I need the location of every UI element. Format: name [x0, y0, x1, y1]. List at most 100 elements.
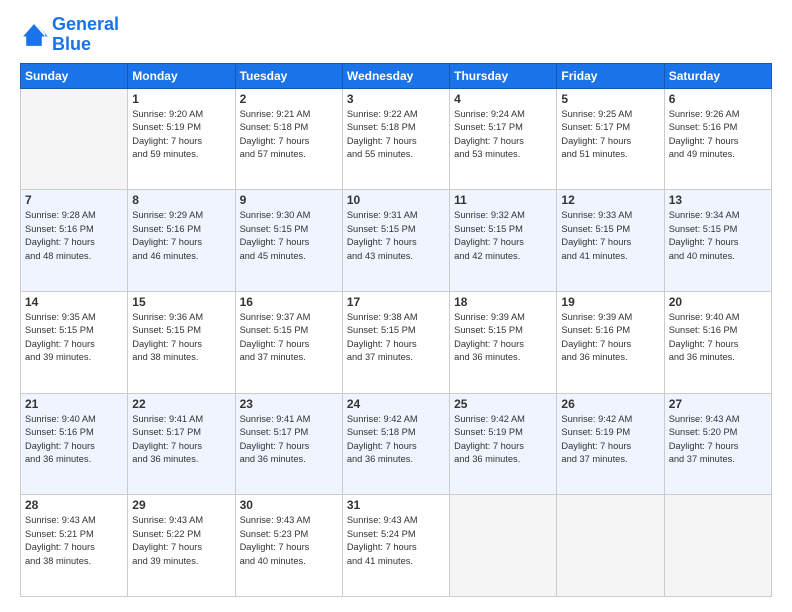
calendar-day-cell: 5 Sunrise: 9:25 AMSunset: 5:17 PMDaylight… [557, 88, 664, 190]
day-info: Sunrise: 9:35 AMSunset: 5:15 PMDaylight:… [25, 311, 123, 365]
day-number: 27 [669, 397, 767, 411]
calendar-day-cell: 23 Sunrise: 9:41 AMSunset: 5:17 PMDayligh… [235, 393, 342, 495]
header: General Blue [20, 15, 772, 55]
day-info: Sunrise: 9:24 AMSunset: 5:17 PMDaylight:… [454, 108, 552, 162]
day-info: Sunrise: 9:26 AMSunset: 5:16 PMDaylight:… [669, 108, 767, 162]
day-number: 19 [561, 295, 659, 309]
day-info: Sunrise: 9:21 AMSunset: 5:18 PMDaylight:… [240, 108, 338, 162]
calendar-day-cell: 21Sunrise: 9:40 AMSunset: 5:16 PMDayligh… [21, 393, 128, 495]
calendar-day-cell: 3 Sunrise: 9:22 AMSunset: 5:18 PMDaylight… [342, 88, 449, 190]
calendar-day-cell: 29 Sunrise: 9:43 AMSunset: 5:22 PMDayligh… [128, 495, 235, 597]
day-number: 9 [240, 193, 338, 207]
logo: General Blue [20, 15, 119, 55]
day-number: 17 [347, 295, 445, 309]
day-number: 29 [132, 498, 230, 512]
calendar-day-cell: 6 Sunrise: 9:26 AMSunset: 5:16 PMDaylight… [664, 88, 771, 190]
calendar-day-cell: 17Sunrise: 9:38 AMSunset: 5:15 PMDayligh… [342, 291, 449, 393]
day-number: 4 [454, 92, 552, 106]
day-number: 3 [347, 92, 445, 106]
calendar-table: SundayMondayTuesdayWednesdayThursdayFrid… [20, 63, 772, 597]
calendar-day-cell: 11Sunrise: 9:32 AMSunset: 5:15 PMDayligh… [450, 190, 557, 292]
day-info: Sunrise: 9:40 AMSunset: 5:16 PMDaylight:… [25, 413, 123, 467]
day-info: Sunrise: 9:39 AMSunset: 5:15 PMDaylight:… [454, 311, 552, 365]
page: General Blue SundayMondayTuesdayWednesda… [0, 0, 792, 612]
calendar-day-cell: 20Sunrise: 9:40 AMSunset: 5:16 PMDayligh… [664, 291, 771, 393]
day-info: Sunrise: 9:43 AMSunset: 5:23 PMDaylight:… [240, 514, 338, 568]
day-number: 24 [347, 397, 445, 411]
day-info: Sunrise: 9:29 AMSunset: 5:16 PMDaylight:… [132, 209, 230, 263]
calendar-day-cell: 10 Sunrise: 9:31 AMSunset: 5:15 PMDayligh… [342, 190, 449, 292]
day-number: 22 [132, 397, 230, 411]
day-number: 26 [561, 397, 659, 411]
day-number: 15 [132, 295, 230, 309]
calendar-day-cell: 12 Sunrise: 9:33 AMSunset: 5:15 PMDayligh… [557, 190, 664, 292]
weekday-header-monday: Monday [128, 63, 235, 88]
weekday-header-tuesday: Tuesday [235, 63, 342, 88]
weekday-header-wednesday: Wednesday [342, 63, 449, 88]
calendar-day-cell [557, 495, 664, 597]
day-number: 16 [240, 295, 338, 309]
day-info: Sunrise: 9:41 AMSunset: 5:17 PMDaylight:… [240, 413, 338, 467]
day-info: Sunrise: 9:37 AMSunset: 5:15 PMDaylight:… [240, 311, 338, 365]
logo-text: General Blue [52, 15, 119, 55]
calendar-day-cell: 7Sunrise: 9:28 AMSunset: 5:16 PMDaylight… [21, 190, 128, 292]
calendar-day-cell: 24 Sunrise: 9:42 AMSunset: 5:18 PMDayligh… [342, 393, 449, 495]
calendar-day-cell: 9 Sunrise: 9:30 AMSunset: 5:15 PMDaylight… [235, 190, 342, 292]
calendar-day-cell: 4 Sunrise: 9:24 AMSunset: 5:17 PMDaylight… [450, 88, 557, 190]
calendar-day-cell: 2Sunrise: 9:21 AMSunset: 5:18 PMDaylight… [235, 88, 342, 190]
weekday-header-thursday: Thursday [450, 63, 557, 88]
day-number: 11 [454, 193, 552, 207]
day-number: 8 [132, 193, 230, 207]
calendar-day-cell: 30Sunrise: 9:43 AMSunset: 5:23 PMDayligh… [235, 495, 342, 597]
day-info: Sunrise: 9:30 AMSunset: 5:15 PMDaylight:… [240, 209, 338, 263]
day-number: 13 [669, 193, 767, 207]
day-number: 10 [347, 193, 445, 207]
day-info: Sunrise: 9:43 AMSunset: 5:22 PMDaylight:… [132, 514, 230, 568]
day-info: Sunrise: 9:42 AMSunset: 5:18 PMDaylight:… [347, 413, 445, 467]
day-number: 12 [561, 193, 659, 207]
calendar-day-cell: 26Sunrise: 9:42 AMSunset: 5:19 PMDayligh… [557, 393, 664, 495]
day-info: Sunrise: 9:39 AMSunset: 5:16 PMDaylight:… [561, 311, 659, 365]
day-number: 6 [669, 92, 767, 106]
calendar-day-cell: 13 Sunrise: 9:34 AMSunset: 5:15 PMDayligh… [664, 190, 771, 292]
day-info: Sunrise: 9:42 AMSunset: 5:19 PMDaylight:… [454, 413, 552, 467]
calendar-day-cell: 14 Sunrise: 9:35 AMSunset: 5:15 PMDayligh… [21, 291, 128, 393]
calendar-day-cell: 28Sunrise: 9:43 AMSunset: 5:21 PMDayligh… [21, 495, 128, 597]
calendar-day-cell: 1 Sunrise: 9:20 AMSunset: 5:19 PMDaylight… [128, 88, 235, 190]
calendar-week-row: 14 Sunrise: 9:35 AMSunset: 5:15 PMDayligh… [21, 291, 772, 393]
day-info: Sunrise: 9:22 AMSunset: 5:18 PMDaylight:… [347, 108, 445, 162]
day-info: Sunrise: 9:33 AMSunset: 5:15 PMDaylight:… [561, 209, 659, 263]
day-number: 25 [454, 397, 552, 411]
day-info: Sunrise: 9:34 AMSunset: 5:15 PMDaylight:… [669, 209, 767, 263]
calendar-day-cell: 19 Sunrise: 9:39 AMSunset: 5:16 PMDayligh… [557, 291, 664, 393]
day-number: 28 [25, 498, 123, 512]
calendar-week-row: 28Sunrise: 9:43 AMSunset: 5:21 PMDayligh… [21, 495, 772, 597]
calendar-day-cell: 15 Sunrise: 9:36 AMSunset: 5:15 PMDayligh… [128, 291, 235, 393]
day-number: 14 [25, 295, 123, 309]
calendar-day-cell: 22 Sunrise: 9:41 AMSunset: 5:17 PMDayligh… [128, 393, 235, 495]
calendar-day-cell: 31 Sunrise: 9:43 AMSunset: 5:24 PMDayligh… [342, 495, 449, 597]
day-info: Sunrise: 9:20 AMSunset: 5:19 PMDaylight:… [132, 108, 230, 162]
day-number: 1 [132, 92, 230, 106]
calendar-week-row: 7Sunrise: 9:28 AMSunset: 5:16 PMDaylight… [21, 190, 772, 292]
weekday-header-row: SundayMondayTuesdayWednesdayThursdayFrid… [21, 63, 772, 88]
day-info: Sunrise: 9:36 AMSunset: 5:15 PMDaylight:… [132, 311, 230, 365]
calendar-day-cell [21, 88, 128, 190]
day-info: Sunrise: 9:41 AMSunset: 5:17 PMDaylight:… [132, 413, 230, 467]
calendar-week-row: 21Sunrise: 9:40 AMSunset: 5:16 PMDayligh… [21, 393, 772, 495]
logo-icon [20, 21, 48, 49]
day-number: 31 [347, 498, 445, 512]
calendar-day-cell [450, 495, 557, 597]
weekday-header-sunday: Sunday [21, 63, 128, 88]
calendar-day-cell: 18Sunrise: 9:39 AMSunset: 5:15 PMDayligh… [450, 291, 557, 393]
weekday-header-saturday: Saturday [664, 63, 771, 88]
day-info: Sunrise: 9:43 AMSunset: 5:24 PMDaylight:… [347, 514, 445, 568]
calendar-day-cell: 25 Sunrise: 9:42 AMSunset: 5:19 PMDayligh… [450, 393, 557, 495]
calendar-week-row: 1 Sunrise: 9:20 AMSunset: 5:19 PMDaylight… [21, 88, 772, 190]
day-number: 20 [669, 295, 767, 309]
day-number: 5 [561, 92, 659, 106]
calendar-day-cell: 16 Sunrise: 9:37 AMSunset: 5:15 PMDayligh… [235, 291, 342, 393]
day-info: Sunrise: 9:31 AMSunset: 5:15 PMDaylight:… [347, 209, 445, 263]
day-number: 23 [240, 397, 338, 411]
day-info: Sunrise: 9:25 AMSunset: 5:17 PMDaylight:… [561, 108, 659, 162]
